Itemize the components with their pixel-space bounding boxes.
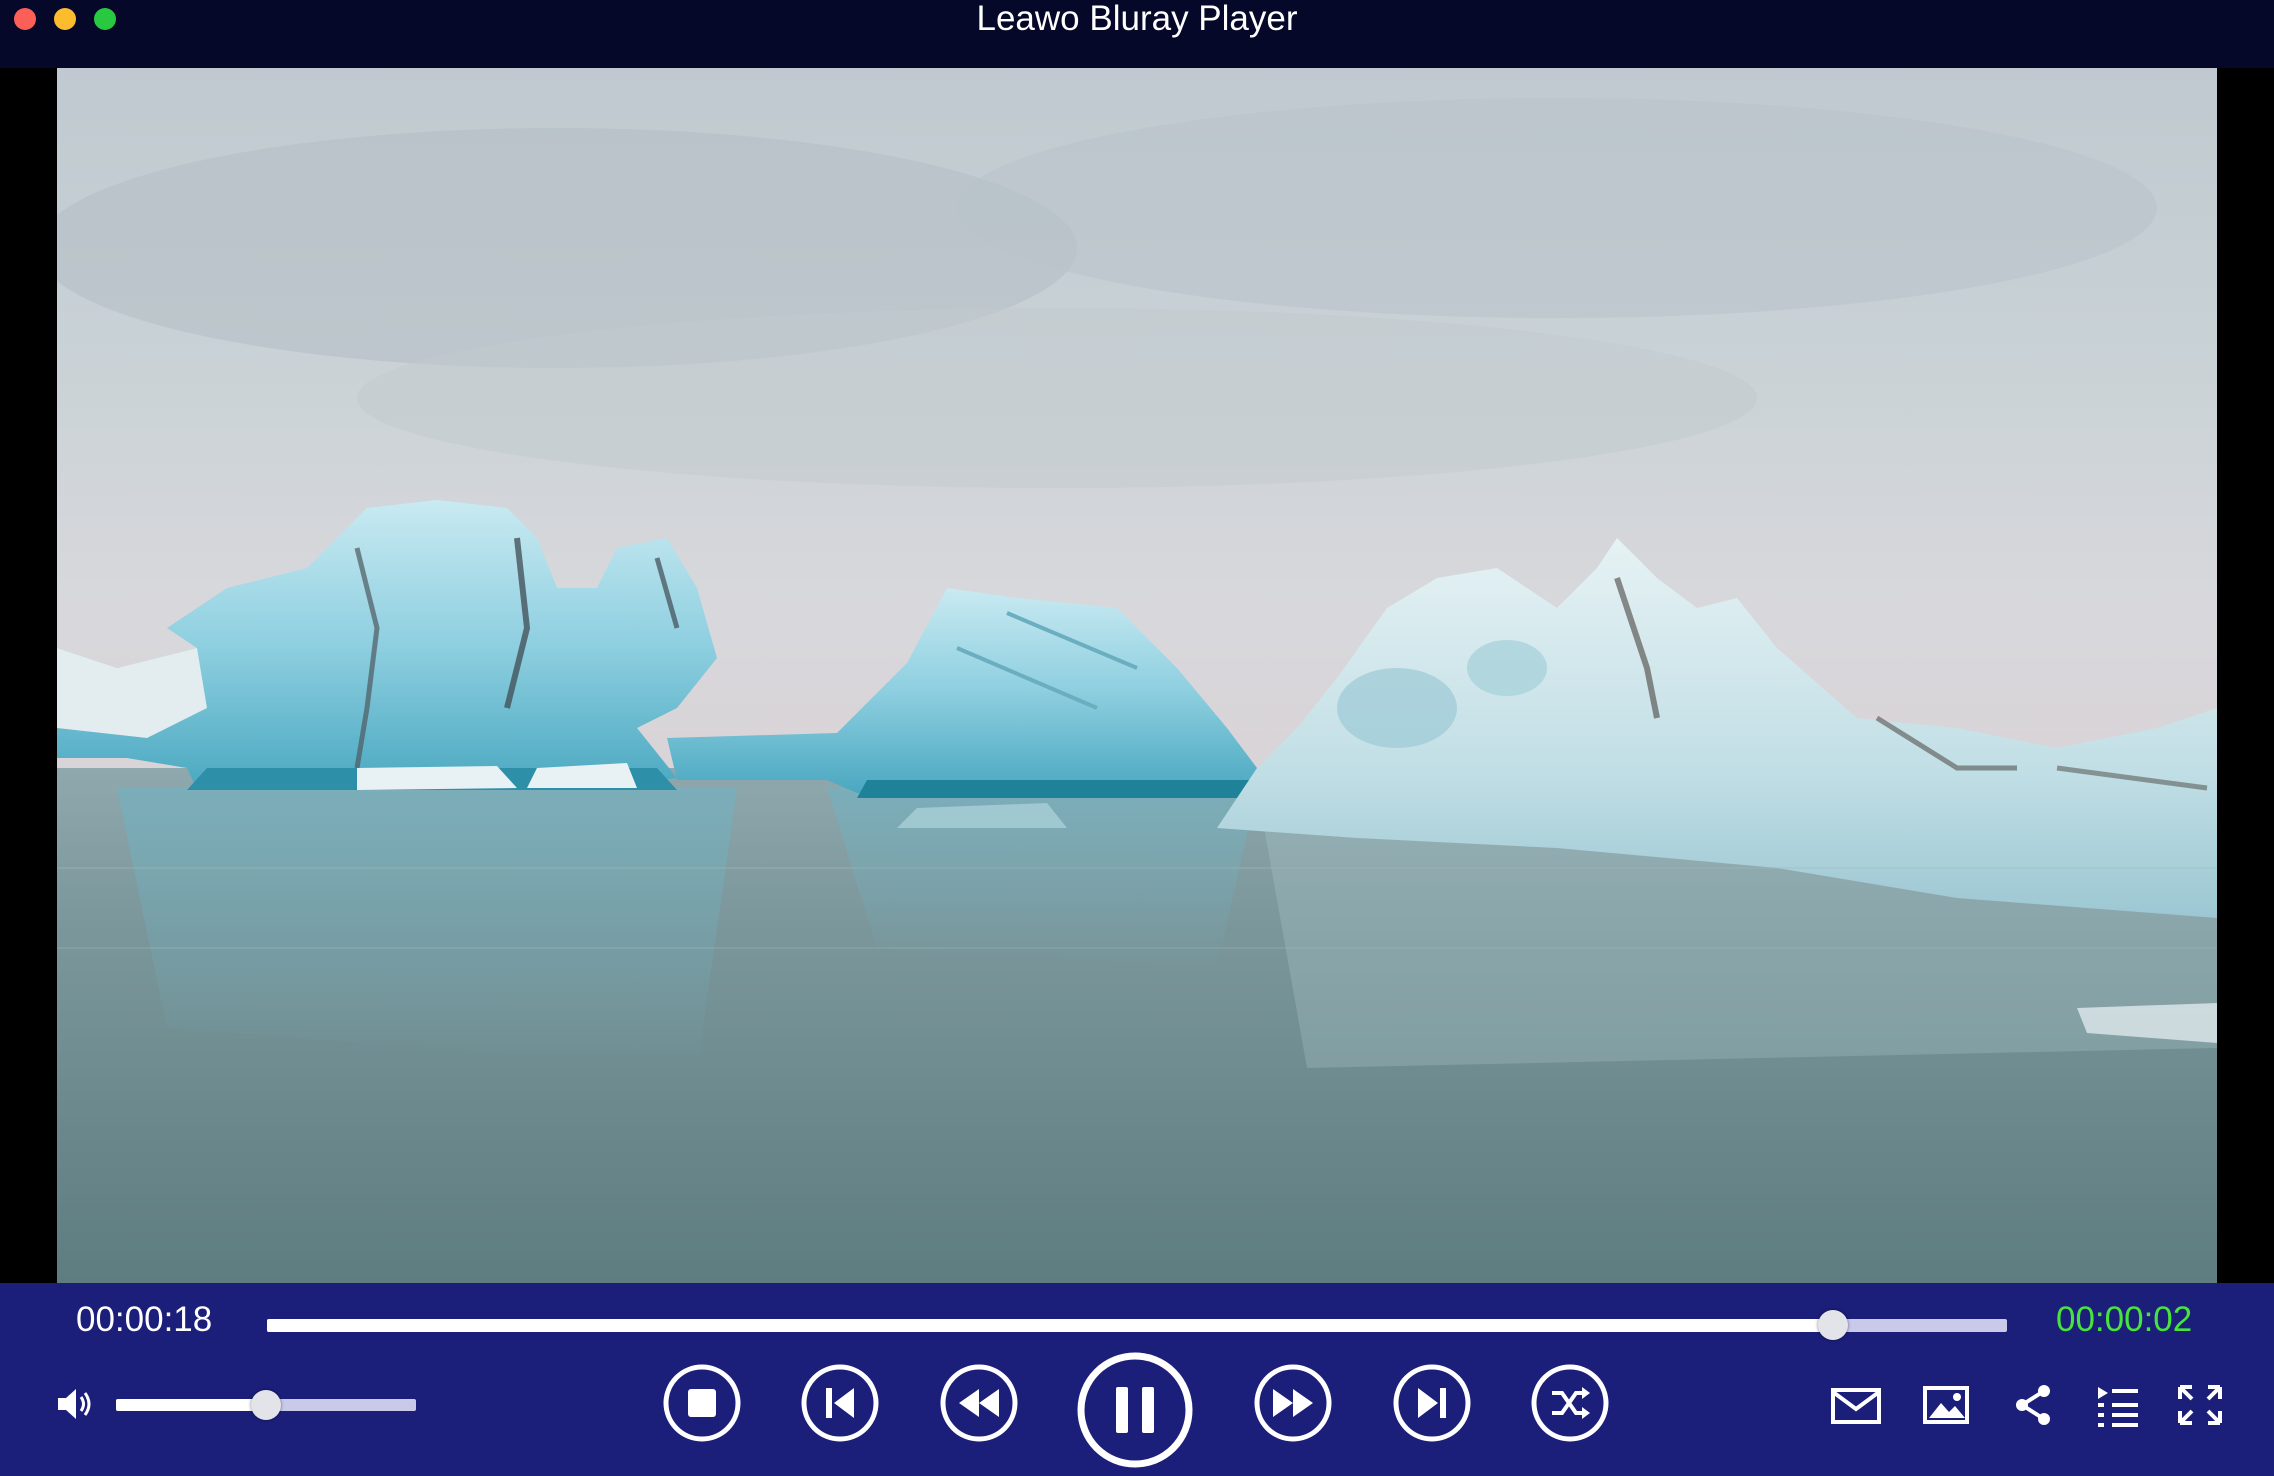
fullscreen-button[interactable] bbox=[2174, 1381, 2226, 1429]
pause-icon bbox=[1077, 1352, 1193, 1468]
volume-handle[interactable] bbox=[251, 1390, 281, 1420]
shuffle-icon bbox=[1531, 1364, 1609, 1442]
playlist-button[interactable] bbox=[2092, 1381, 2144, 1429]
share-icon bbox=[2016, 1385, 2050, 1425]
progress-bar[interactable] bbox=[267, 1310, 2007, 1340]
share-button[interactable] bbox=[2008, 1381, 2060, 1429]
stop-button[interactable] bbox=[662, 1363, 742, 1443]
mail-button[interactable] bbox=[1830, 1381, 1882, 1429]
title-bar: Leawo Bluray Player bbox=[0, 0, 2274, 68]
volume-icon[interactable] bbox=[52, 1380, 100, 1428]
pause-button[interactable] bbox=[1076, 1351, 1194, 1469]
remaining-time: 00:00:02 bbox=[2056, 1300, 2193, 1339]
previous-icon bbox=[801, 1364, 879, 1442]
next-icon bbox=[1393, 1364, 1471, 1442]
window-title: Leawo Bluray Player bbox=[976, 0, 1298, 38]
previous-button[interactable] bbox=[800, 1363, 880, 1443]
volume-fill bbox=[116, 1399, 266, 1411]
elapsed-time: 00:00:18 bbox=[76, 1300, 213, 1339]
video-frame[interactable] bbox=[57, 68, 2217, 1283]
rewind-icon bbox=[940, 1364, 1018, 1442]
progress-fill bbox=[267, 1319, 1833, 1332]
volume-slider[interactable] bbox=[116, 1390, 416, 1420]
fast-forward-icon bbox=[1254, 1364, 1332, 1442]
shuffle-button[interactable] bbox=[1530, 1363, 1610, 1443]
fullscreen-icon bbox=[2178, 1385, 2222, 1425]
next-button[interactable] bbox=[1392, 1363, 1472, 1443]
snapshot-icon bbox=[1923, 1386, 1969, 1424]
progress-handle[interactable] bbox=[1818, 1310, 1848, 1340]
video-scene-iceberg bbox=[57, 68, 2217, 1283]
snapshot-button[interactable] bbox=[1921, 1381, 1973, 1429]
fast-forward-button[interactable] bbox=[1253, 1363, 1333, 1443]
playlist-icon bbox=[2098, 1387, 2138, 1427]
control-bar: 00:00:18 00:00:02 bbox=[0, 1283, 2274, 1476]
mail-icon bbox=[1831, 1388, 1881, 1424]
rewind-button[interactable] bbox=[939, 1363, 1019, 1443]
stop-icon bbox=[663, 1364, 741, 1442]
